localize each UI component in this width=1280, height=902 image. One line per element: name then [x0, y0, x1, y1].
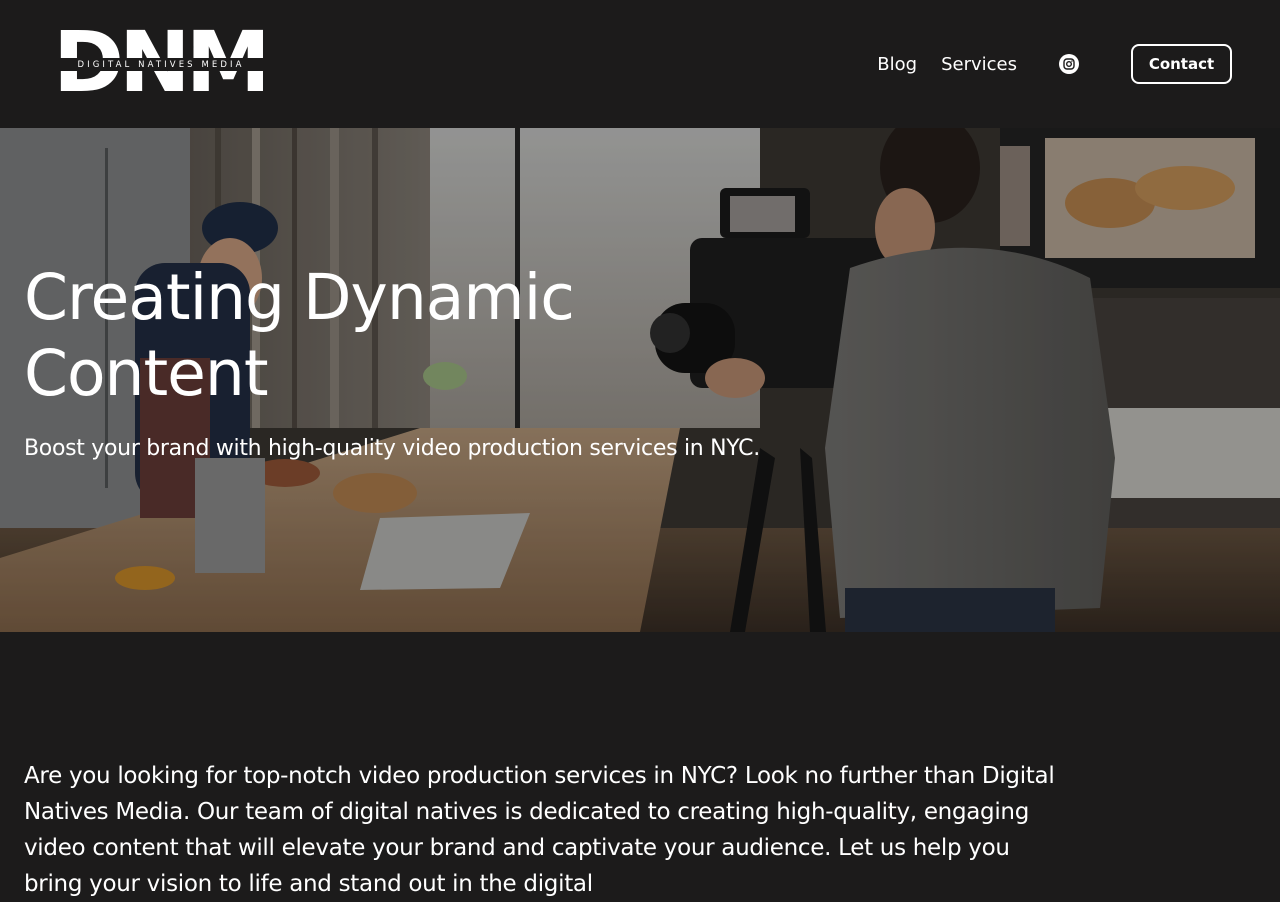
- nav-link-services[interactable]: Services: [941, 54, 1017, 75]
- hero-section: Creating Dynamic Content Boost your bran…: [0, 128, 1280, 632]
- site-logo[interactable]: DNM DIGITAL NATIVES MEDIA: [53, 20, 271, 104]
- nav-link-blog[interactable]: Blog: [877, 54, 917, 75]
- instagram-glyph: [1063, 58, 1075, 70]
- logo-band: DIGITAL NATIVES MEDIA: [53, 58, 269, 71]
- contact-button[interactable]: Contact: [1131, 44, 1232, 84]
- intro-paragraph: Are you looking for top-notch video prod…: [24, 763, 1055, 897]
- logo-tagline: DIGITAL NATIVES MEDIA: [77, 59, 245, 70]
- main-nav: Blog Services Contact: [877, 44, 1232, 84]
- site-header: DNM DIGITAL NATIVES MEDIA Blog Services …: [0, 0, 1280, 128]
- instagram-icon[interactable]: [1059, 54, 1079, 74]
- hero-title: Creating Dynamic Content: [24, 261, 575, 410]
- hero-subtitle: Boost your brand with high-quality video…: [24, 436, 760, 461]
